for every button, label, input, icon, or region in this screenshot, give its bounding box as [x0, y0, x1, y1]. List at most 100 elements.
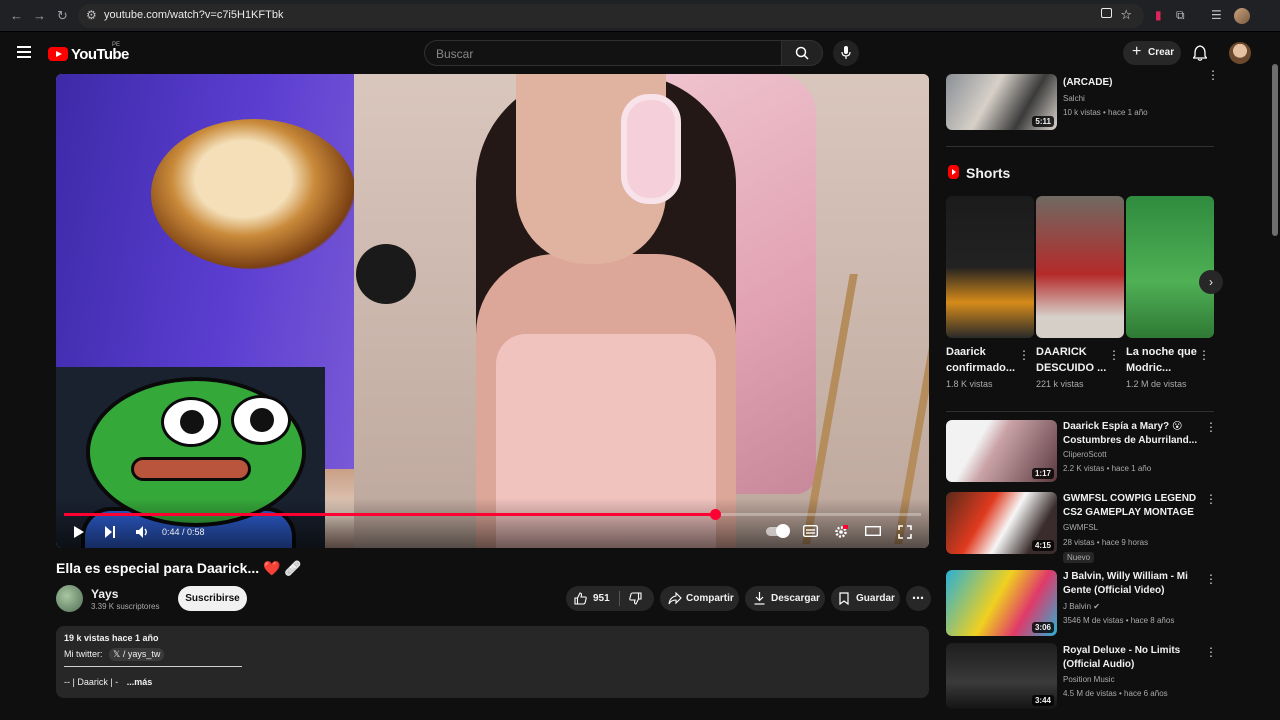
- video-player[interactable]: 0:44 / 0:58: [56, 74, 929, 548]
- next-video-icon[interactable]: [104, 525, 116, 539]
- notifications-bell-icon[interactable]: [1193, 45, 1207, 61]
- controls-gradient: [56, 498, 929, 548]
- video-thumbnail[interactable]: 3:44: [946, 643, 1057, 709]
- youtube-play-icon: [48, 47, 68, 61]
- create-button[interactable]: + Crear: [1123, 41, 1181, 65]
- video-meta: 10 k vistas • hace 1 año: [1063, 108, 1148, 117]
- shorts-icon: [948, 165, 959, 179]
- plus-icon: +: [1132, 43, 1142, 60]
- short-title[interactable]: DAARICK DESCUIDO ...: [1036, 344, 1108, 376]
- back-arrow-icon[interactable]: ←: [10, 8, 23, 23]
- more-vertical-icon[interactable]: ⋮: [1108, 348, 1120, 362]
- video-channel[interactable]: Position Music: [1063, 675, 1115, 684]
- menu-icon[interactable]: [17, 46, 31, 61]
- page-scrollbar[interactable]: [1272, 64, 1278, 236]
- emote-mouth: [131, 457, 251, 481]
- fullscreen-icon[interactable]: [898, 525, 912, 539]
- video-meta: 2.2 K vistas • hace 1 año: [1063, 464, 1152, 473]
- download-button[interactable]: Descargar: [745, 586, 825, 611]
- show-more-link[interactable]: ...más: [127, 677, 153, 687]
- twitter-link[interactable]: 𝕏 / yays_tw: [109, 648, 165, 661]
- play-icon[interactable]: [73, 525, 85, 539]
- extension-icon[interactable]: ▮: [1155, 8, 1162, 22]
- video-duration: 1:17: [1031, 468, 1054, 479]
- save-label: Guardar: [856, 593, 895, 604]
- video-thumbnail[interactable]: 1:17: [946, 420, 1057, 482]
- like-count[interactable]: 951: [593, 593, 610, 604]
- short-views: 221 k vistas: [1036, 379, 1084, 389]
- subtitles-icon[interactable]: [803, 525, 818, 537]
- short-thumbnail[interactable]: [946, 196, 1034, 338]
- video-channel[interactable]: CliperoScott: [1063, 450, 1107, 459]
- progress-bar[interactable]: [64, 509, 921, 520]
- autoplay-toggle[interactable]: [766, 524, 790, 538]
- short-thumbnail[interactable]: [1126, 196, 1214, 338]
- related-video[interactable]: 3:06 J Balvin, Willy William - Mi Gente …: [946, 570, 1217, 636]
- video-meta: 4.5 M de vistas • hace 6 años: [1063, 689, 1168, 698]
- related-video[interactable]: 3:44 Royal Deluxe - No Limits (Official …: [946, 643, 1217, 709]
- video-channel[interactable]: GWMFSL: [1063, 523, 1098, 532]
- more-vertical-icon[interactable]: ⋮: [1205, 420, 1217, 434]
- video-channel[interactable]: Salchi: [1063, 94, 1085, 103]
- region-code: PE: [112, 42, 121, 48]
- short-thumbnail[interactable]: [1036, 196, 1124, 338]
- thumbs-up-icon[interactable]: [574, 592, 587, 605]
- shorts-next-button[interactable]: ›: [1199, 270, 1223, 294]
- search-button[interactable]: [781, 40, 823, 66]
- more-horizontal-icon: ⋯: [912, 591, 924, 605]
- more-actions-button[interactable]: ⋯: [906, 586, 931, 611]
- subscriber-count: 3.39 K suscriptores: [91, 602, 160, 611]
- voice-search-button[interactable]: [833, 40, 859, 66]
- site-settings-icon[interactable]: ⚙: [86, 8, 97, 22]
- reload-icon[interactable]: ↻: [57, 8, 68, 24]
- settings-gear-icon[interactable]: [834, 525, 848, 539]
- video-duration: 3:44: [1031, 695, 1054, 706]
- theater-mode-icon[interactable]: [865, 525, 881, 537]
- cast-icon[interactable]: [1101, 8, 1112, 18]
- browser-profile-icon[interactable]: [1234, 8, 1250, 24]
- account-avatar[interactable]: [1229, 42, 1251, 64]
- more-vertical-icon[interactable]: ⋮: [1205, 645, 1217, 659]
- view-count-date: 19 k vistas hace 1 año: [64, 633, 159, 643]
- video-title-link[interactable]: Daarick Espía a Mary? 😮 Costumbres de Ab…: [1063, 420, 1203, 448]
- twitter-handle: / yays_tw: [122, 649, 161, 659]
- video-title-link[interactable]: Royal Deluxe - No Limits (Official Audio…: [1063, 644, 1203, 672]
- video-title-link[interactable]: (ARCADE): [1063, 76, 1203, 90]
- more-vertical-icon[interactable]: ⋮: [1205, 492, 1217, 506]
- youtube-logo[interactable]: YouTube PE: [48, 42, 129, 63]
- address-bar[interactable]: ⚙ youtube.com/watch?v=c7i5H1KFTbk ☆: [78, 4, 1144, 28]
- video-thumbnail[interactable]: 5:11: [946, 74, 1057, 130]
- channel-avatar[interactable]: [56, 585, 83, 612]
- x-icon: 𝕏: [113, 649, 121, 659]
- more-vertical-icon[interactable]: ⋮: [1198, 348, 1210, 362]
- thumbs-down-icon[interactable]: [629, 592, 642, 605]
- description-line3: -- | Daarick | - ...más: [64, 677, 152, 687]
- emote-eye-right: [231, 395, 291, 445]
- search-input[interactable]: Buscar: [424, 40, 782, 66]
- video-thumbnail[interactable]: 3:06: [946, 570, 1057, 636]
- more-vertical-icon[interactable]: ⋮: [1207, 68, 1219, 82]
- bookmark-star-icon[interactable]: ☆: [1120, 7, 1132, 23]
- more-vertical-icon[interactable]: ⋮: [1205, 572, 1217, 586]
- video-thumbnail[interactable]: 4:15: [946, 492, 1057, 554]
- description-box[interactable]: 19 k vistas hace 1 año Mi twitter: 𝕏 / y…: [56, 626, 929, 698]
- video-channel[interactable]: J Balvin ✔: [1063, 602, 1100, 611]
- related-video[interactable]: 4:15 GWMFSL COWPIG LEGEND CS2 GAMEPLAY M…: [946, 492, 1217, 563]
- related-video[interactable]: 1:17 Daarick Espía a Mary? 😮 Costumbres …: [946, 420, 1217, 484]
- channel-name[interactable]: Yays: [91, 587, 118, 601]
- volume-icon[interactable]: [135, 525, 150, 539]
- related-video-top[interactable]: 5:11 (ARCADE) Salchi 10 k vistas • hace …: [946, 68, 1219, 130]
- reading-list-icon[interactable]: ☰: [1211, 8, 1222, 22]
- more-vertical-icon[interactable]: ⋮: [1018, 348, 1030, 362]
- share-button[interactable]: Compartir: [660, 586, 739, 611]
- video-title-link[interactable]: GWMFSL COWPIG LEGEND CS2 GAMEPLAY MONTAG…: [1063, 492, 1203, 520]
- video-frame-microphone: [356, 244, 416, 304]
- short-title[interactable]: Daarick confirmado...: [946, 344, 1018, 376]
- new-badge: Nuevo: [1063, 552, 1095, 563]
- forward-arrow-icon[interactable]: →: [33, 8, 46, 23]
- video-title-link[interactable]: J Balvin, Willy William - Mi Gente (Offi…: [1063, 570, 1203, 598]
- subscribe-button[interactable]: Suscribirse: [178, 586, 247, 611]
- save-button[interactable]: Guardar: [831, 586, 900, 611]
- extensions-puzzle-icon[interactable]: ⧉: [1176, 8, 1185, 23]
- short-title[interactable]: La noche que Modric...: [1126, 344, 1198, 376]
